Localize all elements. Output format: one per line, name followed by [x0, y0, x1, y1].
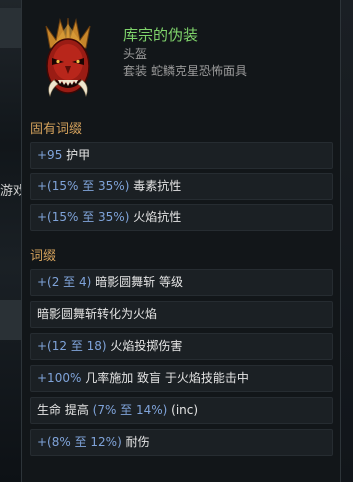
- stat-text: 耐伤: [121, 435, 150, 449]
- stat-text: 护甲: [62, 148, 91, 162]
- item-tooltip: 库宗的伪装 头盔 套装 蛇鳞克星恐怖面具 固有词缀 +95 护甲 +(15% 至 3…: [21, 0, 341, 482]
- stat-row: +(15% 至 35%) 毒素抗性: [30, 173, 333, 200]
- stat-text: (inc): [167, 403, 199, 417]
- stat-row: 暗影圆舞斩转化为火焰: [30, 301, 333, 328]
- stat-value: +(2 至 4): [37, 275, 92, 289]
- item-set-name: 蛇鳞克星恐怖面具: [151, 64, 248, 78]
- stat-value: +(8% 至 12%): [37, 435, 122, 449]
- stat-text: 火焰抗性: [129, 210, 182, 224]
- red-demon-mask-icon: [45, 18, 91, 97]
- stat-text: 几率施加 致盲 于火焰技能击中: [81, 371, 249, 385]
- stat-row: +(15% 至 35%) 火焰抗性: [30, 204, 333, 231]
- stat-row: 生命 提高 (7% 至 14%) (inc): [30, 397, 333, 424]
- item-set-label: 套装: [123, 64, 148, 78]
- stat-value: +(15% 至 35%): [37, 179, 130, 193]
- stat-text: 生命 提高: [37, 403, 93, 417]
- stat-value: +95: [37, 148, 63, 162]
- item-set: 套装 蛇鳞克星恐怖面具: [123, 62, 247, 79]
- stat-text: 毒素抗性: [129, 179, 182, 193]
- item-header: 库宗的伪装 头盔 套装 蛇鳞克星恐怖面具: [22, 0, 340, 110]
- stat-row: +100% 几率施加 致盲 于火焰技能击中: [30, 365, 333, 392]
- stat-row: +(12 至 18) 火焰投掷伤害: [30, 333, 333, 360]
- item-name: 库宗的伪装: [123, 26, 199, 44]
- stat-value: +(15% 至 35%): [37, 210, 130, 224]
- stat-text: 暗影圆舞斩转化为火焰: [37, 307, 158, 321]
- stat-row: +95 护甲: [30, 142, 333, 169]
- implicit-section-title: 固有词缀: [30, 122, 83, 137]
- stat-text: 火焰投掷伤害: [106, 339, 183, 353]
- stat-value: +(12 至 18): [37, 339, 107, 353]
- item-type: 头盔: [123, 47, 148, 61]
- stat-row: +(2 至 4) 暗影圆舞斩 等级: [30, 269, 333, 296]
- stat-text: 暗影圆舞斩 等级: [91, 275, 183, 289]
- stat-value: +100%: [37, 371, 82, 385]
- stat-row: +(8% 至 12%) 耐伤: [30, 429, 333, 456]
- stat-value: (7% 至 14%): [92, 403, 168, 417]
- affix-section-title: 词缀: [30, 249, 57, 264]
